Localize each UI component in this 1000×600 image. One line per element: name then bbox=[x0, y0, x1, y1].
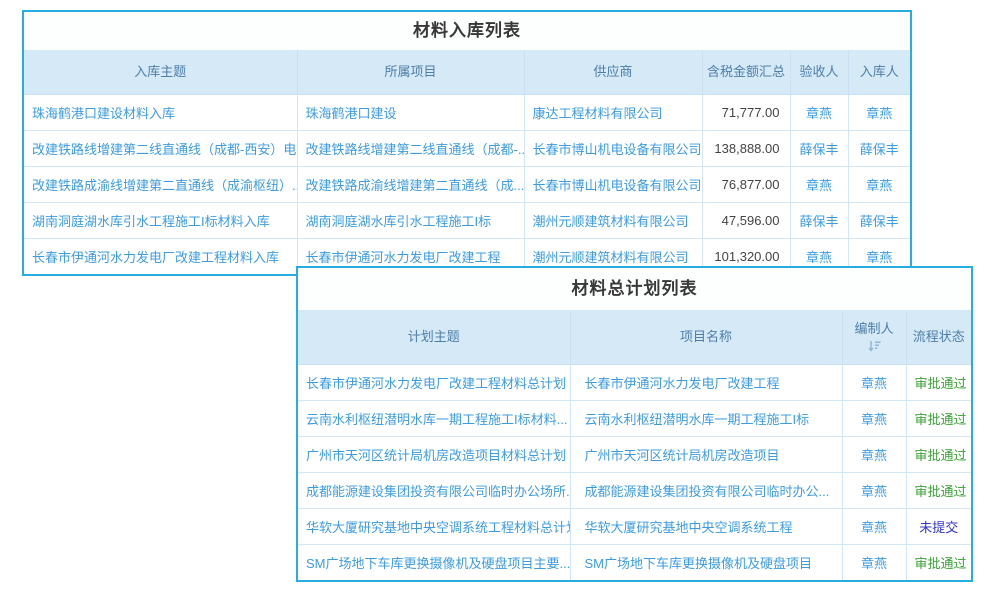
inbound-subject-link[interactable]: 湖南洞庭湖水库引水工程施工I标材料入库 bbox=[24, 203, 297, 239]
col-header-plan-subject: 计划主题 bbox=[298, 310, 570, 365]
sort-amount-icon[interactable] bbox=[847, 340, 902, 354]
plan-compiler-link[interactable]: 章燕 bbox=[842, 401, 906, 437]
plan-compiler-link[interactable]: 章燕 bbox=[842, 545, 906, 581]
inbound-subject-link[interactable]: 改建铁路线增建第二线直通线（成都-西安）电... bbox=[24, 131, 297, 167]
inbound-inspector-link[interactable]: 薛保丰 bbox=[790, 203, 848, 239]
table-row: 华软大厦研究基地中央空调系统工程材料总计划 华软大厦研究基地中央空调系统工程 章… bbox=[298, 509, 971, 545]
plan-project-link[interactable]: 成都能源建设集团投资有限公司临时办公... bbox=[570, 473, 842, 509]
plan-subject-link[interactable]: 成都能源建设集团投资有限公司临时办公场所... bbox=[298, 473, 570, 509]
status-cell: 审批通过 bbox=[906, 437, 971, 473]
table-row: 广州市天河区统计局机房改造项目材料总计划 广州市天河区统计局机房改造项目 章燕 … bbox=[298, 437, 971, 473]
inbound-receiver-link[interactable]: 章燕 bbox=[848, 167, 910, 203]
inbound-supplier-link[interactable]: 潮州元顺建筑材料有限公司 bbox=[524, 203, 702, 239]
plan-project-link[interactable]: 云南水利枢纽潜明水库一期工程施工I标 bbox=[570, 401, 842, 437]
inbound-receiver-link[interactable]: 薛保丰 bbox=[848, 203, 910, 239]
inbound-receiver-link[interactable]: 薛保丰 bbox=[848, 131, 910, 167]
plan-subject-link[interactable]: 长春市伊通河水力发电厂改建工程材料总计划 bbox=[298, 365, 570, 401]
inbound-amount: 76,877.00 bbox=[702, 167, 790, 203]
plan-header-row: 计划主题 项目名称 编制人 bbox=[298, 310, 971, 365]
status-badge: 审批通过 bbox=[915, 448, 967, 463]
table-row: SM广场地下车库更换摄像机及硬盘项目主要... SM广场地下车库更换摄像机及硬盘… bbox=[298, 545, 971, 581]
material-plan-panel: 材料总计划列表 计划主题 项目名称 编制人 bbox=[296, 266, 973, 582]
status-cell: 审批通过 bbox=[906, 401, 971, 437]
status-badge: 审批通过 bbox=[915, 556, 967, 571]
inbound-inspector-link[interactable]: 章燕 bbox=[790, 167, 848, 203]
status-badge: 审批通过 bbox=[915, 376, 967, 391]
inbound-inspector-link[interactable]: 薛保丰 bbox=[790, 131, 848, 167]
inbound-header-row: 入库主题 所属项目 供应商 含税金额汇总 验收人 入库人 bbox=[24, 50, 910, 95]
col-header-inbound-subject: 入库主题 bbox=[24, 50, 297, 95]
material-plan-table: 计划主题 项目名称 编制人 bbox=[298, 310, 971, 580]
inbound-amount: 138,888.00 bbox=[702, 131, 790, 167]
col-header-inbound-amount: 含税金额汇总 bbox=[702, 50, 790, 95]
inbound-subject-link[interactable]: 珠海鹤港口建设材料入库 bbox=[24, 95, 297, 131]
plan-compiler-link[interactable]: 章燕 bbox=[842, 437, 906, 473]
inbound-subject-link[interactable]: 改建铁路成渝线增建第二直通线（成渝枢纽）... bbox=[24, 167, 297, 203]
inbound-inspector-link[interactable]: 章燕 bbox=[790, 95, 848, 131]
table-row: 长春市伊通河水力发电厂改建工程材料总计划 长春市伊通河水力发电厂改建工程 章燕 … bbox=[298, 365, 971, 401]
plan-compiler-link[interactable]: 章燕 bbox=[842, 365, 906, 401]
col-header-inbound-inspector: 验收人 bbox=[790, 50, 848, 95]
plan-table-title: 材料总计划列表 bbox=[298, 268, 971, 310]
inbound-project-link[interactable]: 改建铁路线增建第二线直通线（成都-... bbox=[297, 131, 524, 167]
status-cell: 未提交 bbox=[906, 509, 971, 545]
table-row: 湖南洞庭湖水库引水工程施工I标材料入库 湖南洞庭湖水库引水工程施工I标 潮州元顺… bbox=[24, 203, 910, 239]
table-row: 成都能源建设集团投资有限公司临时办公场所... 成都能源建设集团投资有限公司临时… bbox=[298, 473, 971, 509]
status-badge: 审批通过 bbox=[915, 484, 967, 499]
plan-subject-link[interactable]: 广州市天河区统计局机房改造项目材料总计划 bbox=[298, 437, 570, 473]
inbound-supplier-link[interactable]: 长春市博山机电设备有限公司 bbox=[524, 131, 702, 167]
col-header-compiler-label: 编制人 bbox=[854, 321, 893, 336]
table-row: 改建铁路线增建第二线直通线（成都-西安）电... 改建铁路线增建第二线直通线（成… bbox=[24, 131, 910, 167]
inbound-project-link[interactable]: 珠海鹤港口建设 bbox=[297, 95, 524, 131]
inbound-receiver-link[interactable]: 章燕 bbox=[848, 95, 910, 131]
inbound-supplier-link[interactable]: 长春市博山机电设备有限公司 bbox=[524, 167, 702, 203]
status-cell: 审批通过 bbox=[906, 365, 971, 401]
plan-compiler-link[interactable]: 章燕 bbox=[842, 509, 906, 545]
status-badge: 未提交 bbox=[919, 520, 958, 535]
plan-subject-link[interactable]: 华软大厦研究基地中央空调系统工程材料总计划 bbox=[298, 509, 570, 545]
inbound-subject-link[interactable]: 长春市伊通河水力发电厂改建工程材料入库 bbox=[24, 239, 297, 275]
col-header-flow-status: 流程状态 bbox=[906, 310, 971, 365]
table-row: 珠海鹤港口建设材料入库 珠海鹤港口建设 康达工程材料有限公司 71,777.00… bbox=[24, 95, 910, 131]
col-header-inbound-project: 所属项目 bbox=[297, 50, 524, 95]
plan-project-link[interactable]: 长春市伊通河水力发电厂改建工程 bbox=[570, 365, 842, 401]
status-cell: 审批通过 bbox=[906, 473, 971, 509]
status-cell: 审批通过 bbox=[906, 545, 971, 581]
inbound-project-link[interactable]: 改建铁路成渝线增建第二直通线（成... bbox=[297, 167, 524, 203]
inbound-amount: 71,777.00 bbox=[702, 95, 790, 131]
plan-compiler-link[interactable]: 章燕 bbox=[842, 473, 906, 509]
plan-project-link[interactable]: 广州市天河区统计局机房改造项目 bbox=[570, 437, 842, 473]
col-header-inbound-supplier: 供应商 bbox=[524, 50, 702, 95]
col-header-compiler[interactable]: 编制人 bbox=[842, 310, 906, 365]
inbound-supplier-link[interactable]: 康达工程材料有限公司 bbox=[524, 95, 702, 131]
col-header-inbound-receiver: 入库人 bbox=[848, 50, 910, 95]
status-badge: 审批通过 bbox=[915, 412, 967, 427]
plan-subject-link[interactable]: SM广场地下车库更换摄像机及硬盘项目主要... bbox=[298, 545, 570, 581]
plan-project-link[interactable]: 华软大厦研究基地中央空调系统工程 bbox=[570, 509, 842, 545]
material-inbound-table: 入库主题 所属项目 供应商 含税金额汇总 验收人 入库人 珠海鹤港口建设材料入库… bbox=[24, 50, 910, 274]
inbound-amount: 47,596.00 bbox=[702, 203, 790, 239]
table-row: 云南水利枢纽潜明水库一期工程施工I标材料... 云南水利枢纽潜明水库一期工程施工… bbox=[298, 401, 971, 437]
plan-project-link[interactable]: SM广场地下车库更换摄像机及硬盘项目 bbox=[570, 545, 842, 581]
inbound-table-title: 材料入库列表 bbox=[24, 12, 910, 50]
table-row: 改建铁路成渝线增建第二直通线（成渝枢纽）... 改建铁路成渝线增建第二直通线（成… bbox=[24, 167, 910, 203]
inbound-project-link[interactable]: 湖南洞庭湖水库引水工程施工I标 bbox=[297, 203, 524, 239]
material-inbound-panel: 材料入库列表 入库主题 所属项目 供应商 含税金额汇总 验收人 入库人 珠海鹤港… bbox=[22, 10, 912, 276]
plan-subject-link[interactable]: 云南水利枢纽潜明水库一期工程施工I标材料... bbox=[298, 401, 570, 437]
col-header-plan-project: 项目名称 bbox=[570, 310, 842, 365]
